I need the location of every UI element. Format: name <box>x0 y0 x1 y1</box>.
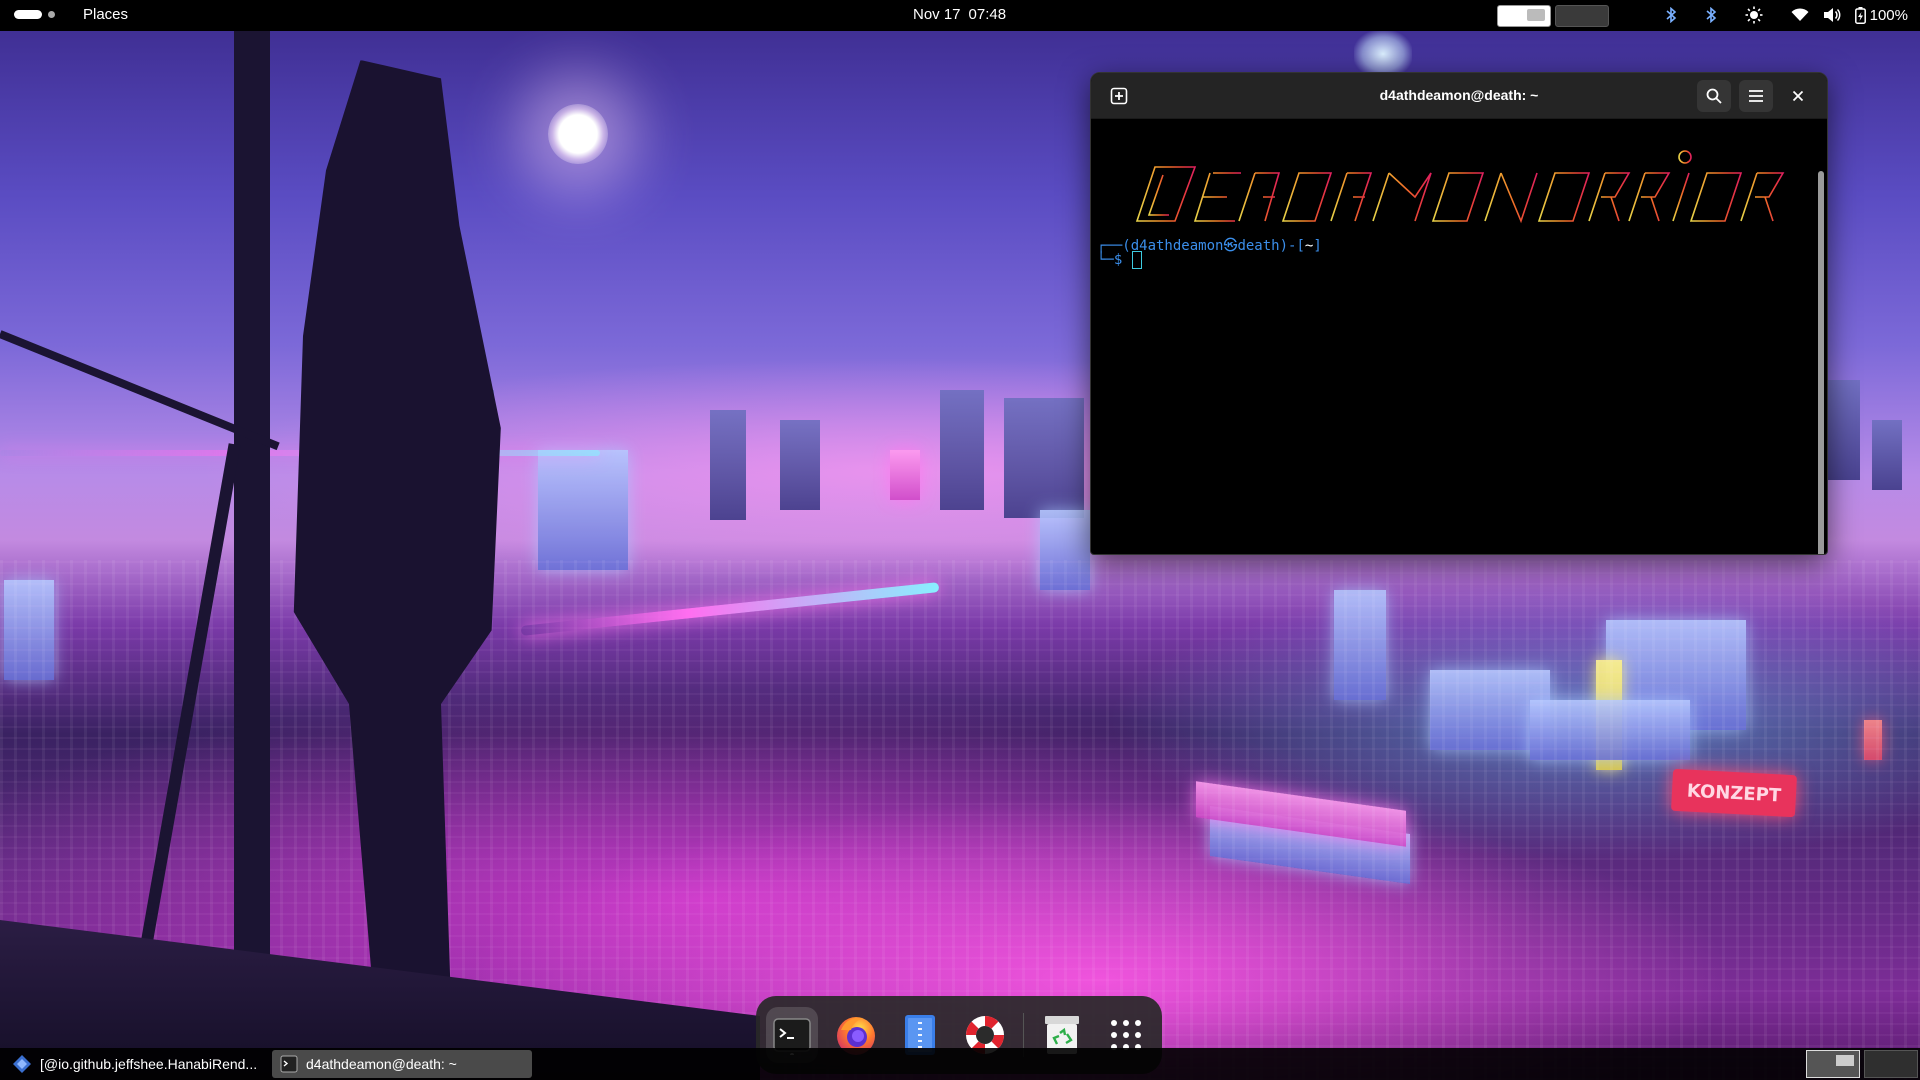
volume-icon[interactable] <box>1823 7 1841 23</box>
new-tab-icon <box>1110 87 1128 105</box>
command-line[interactable]: └─ $ <box>1097 251 1143 269</box>
battery-icon <box>1854 6 1866 24</box>
prompt-host: death <box>1237 238 1280 254</box>
ascii-art-banner <box>1135 146 1785 230</box>
hamburger-icon <box>1749 90 1763 102</box>
konzept-sign: KONZEPT <box>1670 768 1798 818</box>
text-cursor <box>1132 251 1143 269</box>
battery-percent: 100% <box>1869 6 1908 24</box>
prompt-symbol: $ <box>1113 252 1123 268</box>
workspace-1[interactable] <box>1497 5 1551 27</box>
window-list-item[interactable]: [@io.github.jeffshee.HanabiRend... <box>4 1050 266 1078</box>
light-beam <box>1354 30 1412 78</box>
places-menu[interactable]: Places <box>83 6 128 23</box>
top-bar: Places Nov 17 07:48 100% <box>0 0 1920 31</box>
terminal-icon <box>280 1055 298 1073</box>
workspace-switcher[interactable] <box>1497 5 1609 27</box>
close-button[interactable] <box>1784 80 1812 112</box>
hanabi-app-icon <box>13 1055 31 1073</box>
search-icon <box>1706 88 1722 104</box>
workspace-switcher-bottom[interactable] <box>1806 1050 1918 1078</box>
close-icon <box>1792 90 1804 102</box>
time-label: 07:48 <box>968 6 1007 23</box>
prompt-at: ㉿ <box>1223 238 1238 254</box>
date-label: Nov 17 <box>913 6 961 23</box>
window-list-item-active[interactable]: d4athdeamon@death: ~ <box>272 1050 532 1078</box>
night-light-icon[interactable] <box>1745 6 1763 24</box>
bluetooth-icon[interactable] <box>1665 7 1677 23</box>
activities-button[interactable] <box>14 10 55 19</box>
terminal-output[interactable]: ┌──(d4athdeamon㉿death)-[~] └─ $ <box>1091 119 1827 554</box>
window-list-label: d4athdeamon@death: ~ <box>306 1056 457 1072</box>
window-list-label: [@io.github.jeffshee.HanabiRend... <box>40 1056 258 1072</box>
workspace-1[interactable] <box>1806 1050 1860 1078</box>
bluetooth-icon[interactable] <box>1705 7 1717 23</box>
battery-status[interactable]: 100% <box>1854 6 1908 24</box>
prompt-user: d4athdeamon <box>1130 238 1224 254</box>
search-button[interactable] <box>1697 80 1731 112</box>
main-menu-button[interactable] <box>1739 80 1773 112</box>
system-tray[interactable]: 100% <box>1665 4 1908 26</box>
terminal-window[interactable]: d4athdeamon@death: ~ ┌──(d4athdeamon㉿dea… <box>1090 72 1828 555</box>
wifi-icon[interactable] <box>1791 8 1809 22</box>
workspace-indicator-dot <box>48 11 55 18</box>
new-tab-button[interactable] <box>1102 80 1136 112</box>
workspace-2[interactable] <box>1864 1050 1918 1078</box>
date-time-button[interactable]: Nov 17 07:48 <box>913 6 1014 23</box>
workspace-indicator-active <box>14 10 42 19</box>
terminal-headerbar[interactable]: d4athdeamon@death: ~ <box>1091 73 1827 119</box>
moon <box>548 104 608 164</box>
terminal-scrollbar[interactable] <box>1818 171 1824 554</box>
workspace-2[interactable] <box>1555 5 1609 27</box>
window-list-bar: [@io.github.jeffshee.HanabiRend... d4ath… <box>0 1048 1920 1080</box>
app-grid-icon <box>1110 1020 1141 1050</box>
